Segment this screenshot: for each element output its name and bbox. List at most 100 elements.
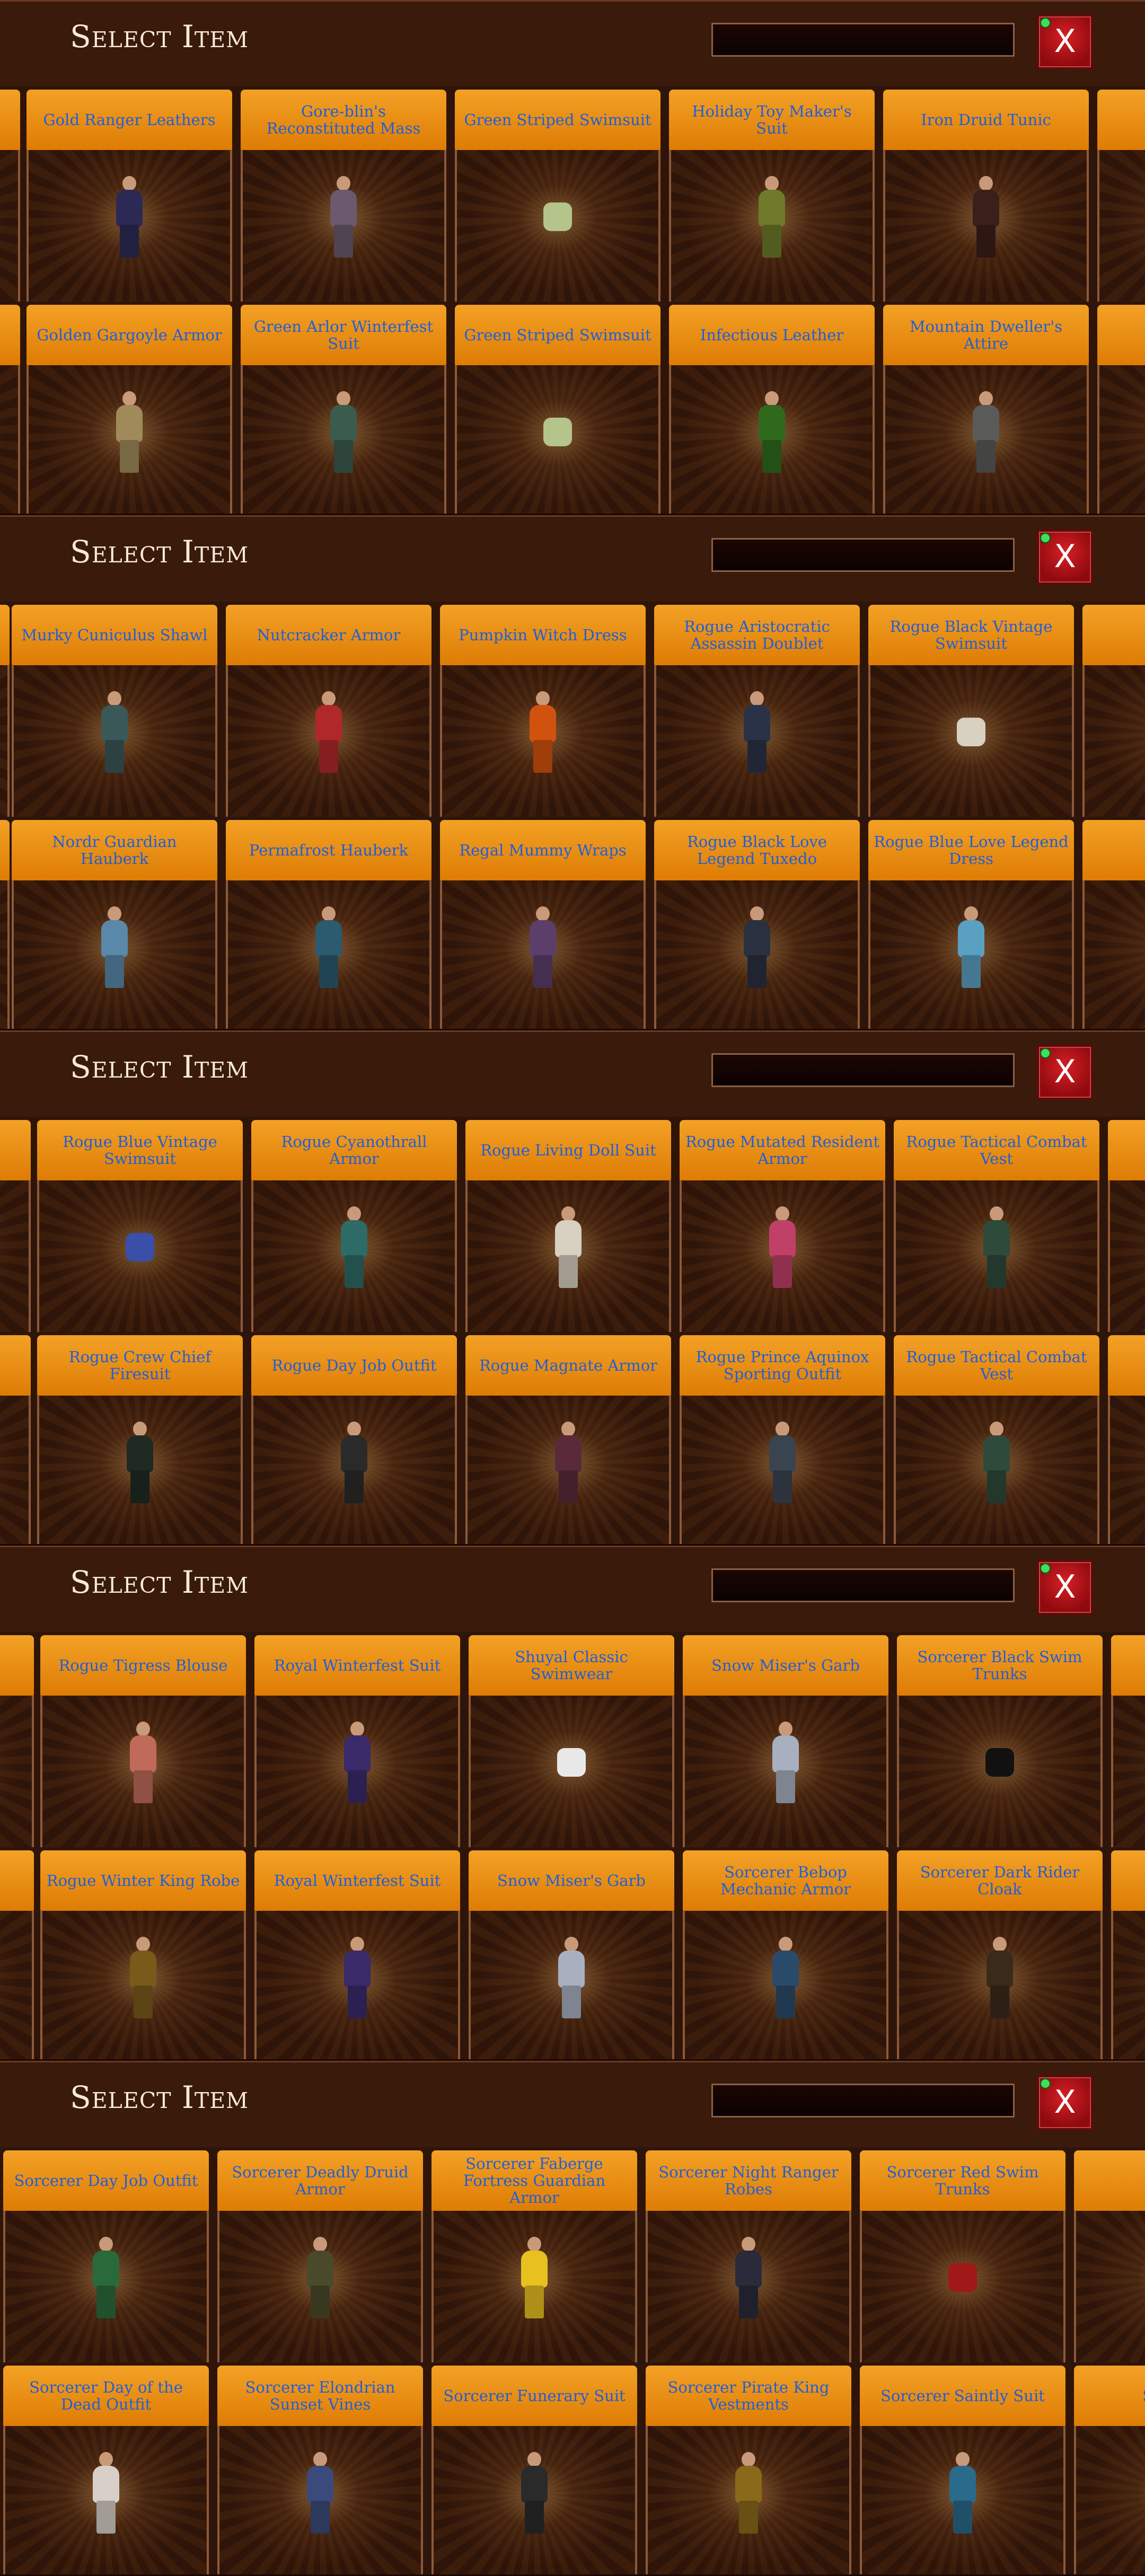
- search-input[interactable]: [711, 1568, 1015, 1602]
- item-tile[interactable]: Holiday Toy Maker's Suit: [666, 86, 878, 302]
- item-tile[interactable]: Rogue: [1079, 817, 1145, 1029]
- item-preview: [1108, 1396, 1145, 1544]
- item-tile[interactable]: [0, 1117, 34, 1332]
- item-tile[interactable]: at: [0, 1632, 37, 1847]
- item-tile[interactable]: Rogue Aristocratic Assassin Doublet: [651, 602, 863, 817]
- item-tile[interactable]: Rogue Tactical Combat Vest: [891, 1117, 1103, 1332]
- item-tile[interactable]: [0, 86, 23, 302]
- item-preview: [1097, 365, 1145, 514]
- item-tile[interactable]: Nord: [1094, 302, 1145, 514]
- item-tile[interactable]: Sorcerer Saintly Suit: [857, 2362, 1069, 2574]
- item-preview: [860, 2426, 1065, 2574]
- item-tile[interactable]: Rogue Winter King Robe: [37, 1847, 249, 2059]
- item-name: at: [0, 1850, 34, 1911]
- item-tile[interactable]: Ro: [1105, 1332, 1145, 1544]
- search-input[interactable]: [711, 538, 1015, 572]
- item-preview: [254, 1696, 460, 1847]
- item-tile[interactable]: Infectious Leather: [666, 302, 878, 514]
- item-name: Golden Gargoyle Armor: [27, 305, 232, 365]
- item-tile[interactable]: Sorcerer Elondrian Sunset Vines: [214, 2362, 426, 2574]
- search-input[interactable]: [711, 23, 1015, 57]
- item-model-icon: [767, 1721, 804, 1806]
- item-name: Green Striped Swimsuit: [455, 90, 660, 150]
- item-tile[interactable]: Sorcerer Pirate King Vestments: [642, 2362, 855, 2574]
- item-tile[interactable]: Nutcracker Armor: [223, 602, 435, 817]
- item-tile[interactable]: Green Arlor Winterfest Suit: [237, 302, 450, 514]
- item-tile[interactable]: Snow Miser's Garb: [465, 1847, 677, 2059]
- item-tile[interactable]: Rogue Tactical Combat Vest: [891, 1332, 1103, 1544]
- item-name: Rogue Winter King Robe: [40, 1850, 246, 1911]
- item-preview: [455, 365, 660, 514]
- item-tile[interactable]: Sorcerer Bebop Mechanic Armor: [680, 1847, 892, 2059]
- item-tile[interactable]: d: [0, 1332, 34, 1544]
- item-tile[interactable]: Sorcerer Deadly Druid Armor: [214, 2147, 426, 2362]
- item-model-icon: [96, 906, 133, 991]
- item-preview: [226, 880, 431, 1029]
- item-tile[interactable]: Rogue Mutated Resident Armor: [676, 1117, 888, 1332]
- item-tile[interactable]: Shuyal Classic Swimwear: [465, 1632, 677, 1847]
- item-tile[interactable]: Rogue Day Job Outfit: [248, 1332, 460, 1544]
- item-tile[interactable]: Rogue Living Doll Suit: [462, 1117, 674, 1332]
- item-tile[interactable]: Green Striped Swimsuit: [452, 302, 664, 514]
- item-name: [0, 1120, 31, 1180]
- item-tile[interactable]: Sorcerer Faberge Fortress Guardian Armor: [428, 2147, 640, 2362]
- item-tile[interactable]: Rogue Cyanothrall Armor: [248, 1117, 460, 1332]
- item-tile[interactable]: [0, 302, 23, 514]
- item-tile[interactable]: Rogue Prince Aquinox Sporting Outfit: [676, 1332, 888, 1544]
- item-tile[interactable]: Sorcerer: [1071, 2362, 1145, 2574]
- item-tile[interactable]: Gold Ranger Leathers: [23, 86, 235, 302]
- item-preview: [883, 150, 1089, 302]
- item-tile[interactable]: Mountain Dweller's Attire: [880, 302, 1092, 514]
- item-tile[interactable]: Pumpkin Witch Dress: [437, 602, 649, 817]
- item-tile[interactable]: S: [1108, 1632, 1145, 1847]
- item-tile[interactable]: Permafrost Hauberk: [223, 817, 435, 1029]
- item-tile[interactable]: Nordr Guardian Hauberk: [8, 817, 221, 1029]
- item-tile[interactable]: Royal Winterfest Suit: [251, 1632, 463, 1847]
- item-tile[interactable]: Golden Gargoyle Armor: [23, 302, 235, 514]
- item-tile[interactable]: So: [1108, 1847, 1145, 2059]
- item-tile[interactable]: Mu: [1094, 86, 1145, 302]
- item-tile[interactable]: Sorcere: [1071, 2147, 1145, 2362]
- search-input[interactable]: [711, 2084, 1015, 2118]
- item-name: Infectious Leather: [669, 305, 875, 365]
- item-name: Holiday Toy Maker's Suit: [669, 90, 875, 150]
- item-tile[interactable]: Sorcerer Night Ranger Robes: [642, 2147, 855, 2362]
- item-tile[interactable]: at: [0, 1847, 37, 2059]
- item-tile[interactable]: Sorcerer Red Swim Trunks: [857, 2147, 1069, 2362]
- item-name: Sorcerer Bebop Mechanic Armor: [683, 1850, 888, 1911]
- item-tile[interactable]: Rogue Black Love Legend Tuxedo: [651, 817, 863, 1029]
- item-tile[interactable]: Rogue Tigress Blouse: [37, 1632, 249, 1847]
- item-tile[interactable]: Snow Miser's Garb: [680, 1632, 892, 1847]
- search-input[interactable]: [711, 1053, 1015, 1087]
- item-tile[interactable]: Rog: [1079, 602, 1145, 817]
- item-tile[interactable]: Rogue Blue Vintage Swimsuit: [34, 1117, 246, 1332]
- item-model-icon: [339, 1721, 376, 1806]
- item-preview: [12, 880, 217, 1029]
- item-tile[interactable]: Gore-blin's Reconstituted Mass: [237, 86, 450, 302]
- item-tile[interactable]: Iron Druid Tunic: [880, 86, 1092, 302]
- item-model-icon: [121, 1228, 158, 1270]
- item-model-icon: [967, 175, 1005, 261]
- item-tile[interactable]: Sorcerer Black Swim Trunks: [894, 1632, 1106, 1847]
- item-tile[interactable]: Green Striped Swimsuit: [452, 86, 664, 302]
- item-model-icon: [524, 691, 561, 776]
- item-tile[interactable]: Sorcerer Funerary Suit: [428, 2362, 640, 2574]
- item-model-icon: [125, 1721, 162, 1806]
- item-tile[interactable]: Rogue Blue Love Legend Dress: [865, 817, 1077, 1029]
- item-model-icon: [753, 391, 790, 476]
- item-preview: [27, 365, 232, 514]
- item-tile[interactable]: Sorcerer Day Job Outfit: [0, 2147, 212, 2362]
- item-tile[interactable]: Regal Mummy Wraps: [437, 817, 649, 1029]
- item-tile[interactable]: Royal Winterfest Suit: [251, 1847, 463, 2059]
- item-tile[interactable]: [1105, 1117, 1145, 1332]
- item-tile[interactable]: Murky Cuniculus Shawl: [8, 602, 221, 817]
- item-name: Iron Druid Tunic: [883, 90, 1089, 150]
- item-tile[interactable]: Sorcerer Day of the Dead Outfit: [0, 2362, 212, 2574]
- item-tile[interactable]: Rogue Black Vintage Swimsuit: [865, 602, 1077, 817]
- item-name: Green Arlor Winterfest Suit: [241, 305, 446, 365]
- item-name: Sorcerer: [1074, 2366, 1145, 2426]
- item-model-icon: [302, 2236, 339, 2322]
- item-tile[interactable]: Rogue Crew Chief Firesuit: [34, 1332, 246, 1544]
- item-tile[interactable]: Rogue Magnate Armor: [462, 1332, 674, 1544]
- item-tile[interactable]: Sorcerer Dark Rider Cloak: [894, 1847, 1106, 2059]
